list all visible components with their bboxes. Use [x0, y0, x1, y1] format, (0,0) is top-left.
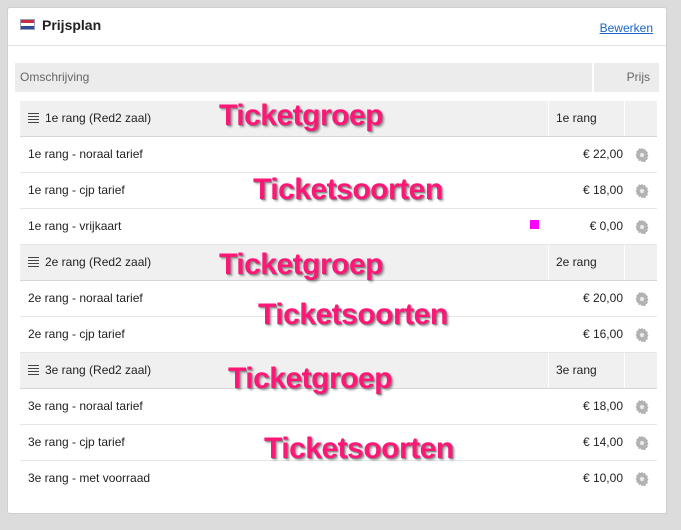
- list-icon: [28, 113, 39, 123]
- ticket-type-name: 3e rang - met voorraad: [28, 471, 151, 485]
- ticket-type-name: 1e rang - noraal tarief: [28, 147, 143, 161]
- ticket-type-price: € 10,00: [582, 471, 623, 485]
- column-header-description: Omschrijving: [15, 63, 592, 92]
- ticket-group-code: 1e rang: [548, 101, 624, 136]
- ticket-type-name: 3e rang - cjp tarief: [28, 435, 125, 449]
- ticket-type-price: € 18,00: [582, 183, 623, 197]
- ticket-type-price: € 14,00: [582, 435, 623, 449]
- ticket-group-code: 3e rang: [548, 353, 624, 388]
- ticket-type-price: € 0,00: [589, 219, 623, 233]
- gear-icon[interactable]: [634, 471, 650, 487]
- ticket-type-row[interactable]: 1e rang - noraal tarief € 22,00: [20, 137, 657, 173]
- column-header-price: Prijs: [594, 63, 659, 92]
- list-icon: [28, 257, 39, 267]
- ticket-group-name: 2e rang (Red2 zaal): [45, 255, 152, 269]
- annotation-label: Ticketsoorten: [253, 173, 443, 206]
- ticket-type-price: € 22,00: [582, 147, 623, 161]
- ticket-type-name: 1e rang - cjp tarief: [28, 183, 125, 197]
- gear-icon[interactable]: [634, 435, 650, 451]
- color-marker: [530, 220, 539, 229]
- ticket-type-name: 3e rang - noraal tarief: [28, 399, 143, 413]
- gear-icon[interactable]: [634, 399, 650, 415]
- annotation-label: Ticketsoorten: [264, 432, 454, 465]
- ticket-type-price: € 16,00: [582, 327, 623, 341]
- list-icon: [28, 365, 39, 375]
- ticket-type-name: 1e rang - vrijkaart: [28, 219, 122, 233]
- ticket-type-price: € 18,00: [582, 399, 623, 413]
- edit-link[interactable]: Bewerken: [600, 21, 653, 35]
- gear-icon[interactable]: [634, 327, 650, 343]
- dutch-flag-icon: [20, 19, 35, 30]
- panel-header: Prijsplan Bewerken: [8, 8, 666, 46]
- ticket-type-row[interactable]: 1e rang - vrijkaart € 0,00: [20, 209, 657, 245]
- annotation-label: Ticketgroep: [219, 248, 384, 281]
- annotation-label: Ticketsoorten: [258, 298, 448, 331]
- ticket-type-row[interactable]: 3e rang - met voorraad € 10,00: [20, 461, 657, 497]
- gear-icon[interactable]: [634, 219, 650, 235]
- gear-icon[interactable]: [634, 183, 650, 199]
- ticket-group-name: 3e rang (Red2 zaal): [45, 363, 152, 377]
- ticket-group-code: 2e rang: [548, 245, 624, 280]
- gear-icon[interactable]: [634, 291, 650, 307]
- annotation-label: Ticketgroep: [228, 362, 393, 395]
- gear-icon[interactable]: [634, 147, 650, 163]
- ticket-type-name: 2e rang - noraal tarief: [28, 291, 143, 305]
- ticket-type-price: € 20,00: [582, 291, 623, 305]
- ticket-group-name: 1e rang (Red2 zaal): [45, 111, 152, 125]
- panel-title: Prijsplan: [42, 17, 102, 33]
- ticket-type-name: 2e rang - cjp tarief: [28, 327, 125, 341]
- annotation-label: Ticketgroep: [219, 99, 384, 132]
